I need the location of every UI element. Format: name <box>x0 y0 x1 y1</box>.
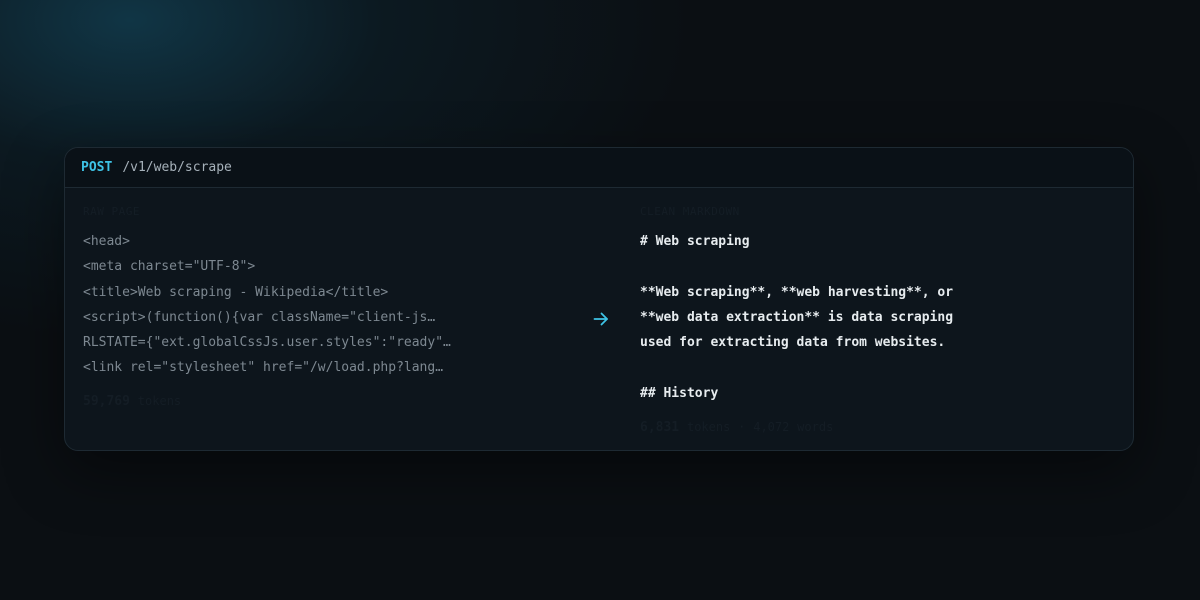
markdown-word-unit: words <box>797 420 834 434</box>
http-method: POST <box>81 160 113 175</box>
markdown-line: **web data extraction** is data scraping <box>640 309 954 325</box>
stat-separator: · <box>738 420 746 434</box>
raw-token-unit: tokens <box>137 394 182 408</box>
markdown-line <box>640 254 953 279</box>
raw-token-count: 59,769 <box>83 394 130 409</box>
raw-line: <script>(function(){var className="clien… <box>83 309 436 325</box>
raw-page-code: <head> <meta charset="UTF-8"> <title>Web… <box>83 229 451 381</box>
raw-line: <title>Web scraping - Wikipedia</title> <box>83 284 389 300</box>
markdown-token-stat: 6,831 tokens · 4,072 words <box>640 420 833 435</box>
scrape-card: POST /v1/web/scrape RAW PAGE <head> <met… <box>64 147 1134 451</box>
markdown-token-count: 6,831 <box>640 420 680 435</box>
markdown-line: # Web scraping <box>640 234 750 249</box>
clean-markdown-text: # Web scraping **Web scraping**, **web h… <box>640 229 953 406</box>
markdown-word-count: 4,072 <box>753 420 790 434</box>
raw-line: RLSTATE={"ext.globalCssJs.user.styles":"… <box>83 335 451 351</box>
arrow-right-icon <box>593 312 608 326</box>
markdown-line: **Web scraping**, **web harvesting**, or <box>640 284 954 300</box>
request-header: POST /v1/web/scrape <box>65 148 1133 188</box>
raw-line: <link rel="stylesheet" href="/w/load.php… <box>83 360 444 376</box>
clean-markdown-label: CLEAN MARKDOWN <box>640 205 740 218</box>
raw-line: <head> <box>83 234 130 249</box>
raw-line: <meta charset="UTF-8"> <box>83 259 256 275</box>
raw-page-label: RAW PAGE <box>83 205 140 218</box>
markdown-line <box>640 355 953 380</box>
endpoint-path: /v1/web/scrape <box>122 160 232 175</box>
markdown-line: ## History <box>640 385 719 401</box>
raw-token-stat: 59,769 tokens <box>83 394 181 409</box>
markdown-line: used for extracting data from websites. <box>640 335 946 351</box>
markdown-token-unit: tokens <box>686 420 731 434</box>
